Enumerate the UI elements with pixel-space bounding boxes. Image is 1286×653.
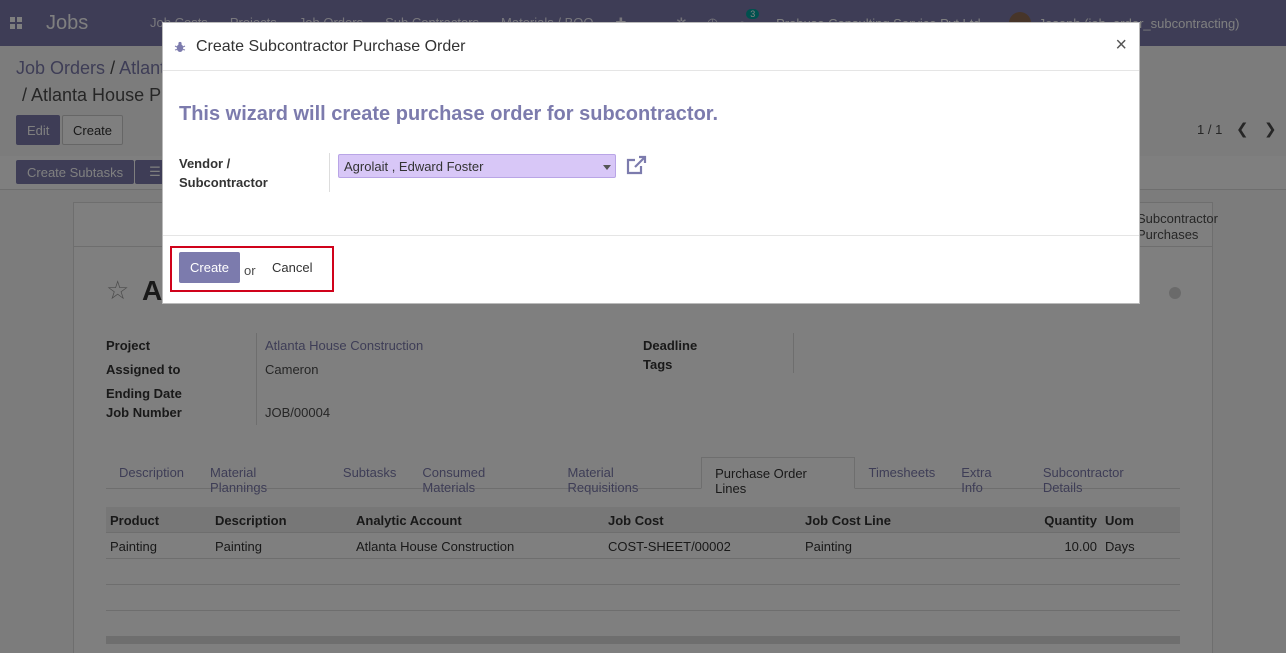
cancel-button[interactable]: Cancel — [272, 260, 312, 275]
vendor-label: Vendor / Subcontractor — [179, 154, 268, 192]
vendor-separator — [329, 153, 330, 192]
vendor-label-line1: Vendor / — [179, 156, 231, 171]
close-icon[interactable]: × — [1115, 34, 1127, 57]
vendor-label-line2: Subcontractor — [179, 175, 268, 190]
vendor-select[interactable]: Agrolait , Edward Foster — [338, 154, 616, 178]
modal-header: Create Subcontractor Purchase Order — [163, 23, 1139, 71]
wizard-heading: This wizard will create purchase order f… — [179, 103, 719, 125]
external-link-icon[interactable] — [625, 155, 647, 175]
create-po-dialog: Create Subcontractor Purchase Order × Th… — [162, 22, 1140, 304]
bug-icon — [174, 41, 186, 52]
modal-title: Create Subcontractor Purchase Order — [196, 37, 466, 55]
or-text: or — [244, 263, 256, 278]
modal-footer: Create or Cancel — [163, 235, 1139, 304]
wizard-create-button[interactable]: Create — [179, 252, 241, 283]
caret-down-icon[interactable] — [603, 165, 611, 170]
vendor-select-value: Agrolait , Edward Foster — [344, 159, 484, 174]
